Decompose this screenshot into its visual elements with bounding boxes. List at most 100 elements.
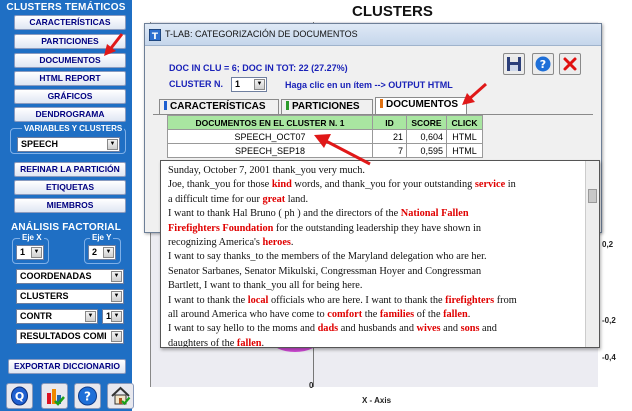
keyword-highlight: Firefighters Foundation [168,222,274,234]
scrollbar-thumb[interactable] [588,189,597,203]
clusters-heading: CLUSTERS [352,3,433,20]
variables-combo[interactable]: SPEECH ▼ [17,137,120,152]
text-segment: of the [414,309,444,321]
text-segment: recognizing America's [168,237,263,249]
eje-x-combo[interactable]: 1 ▼ [16,245,44,260]
chevron-down-icon[interactable]: ▼ [111,331,122,342]
chevron-down-icon[interactable]: ▼ [107,139,118,150]
text-line: Sunday, October 7, 2001 thank_you very m… [168,164,586,178]
export-dictionary-button[interactable]: EXPORTAR DICCIONARIO [8,359,126,374]
html-hint: Haga clic en un ítem --> OUTPUT HTML [285,80,453,90]
help-icon[interactable]: ? [532,53,554,75]
eje-x-label: Eje X [20,233,44,242]
text-segment: I want to say thanks_to the members of t… [168,251,487,263]
home-icon[interactable] [107,383,134,409]
text-line: I want to say thanks_to the members of t… [168,250,586,264]
vertical-scrollbar[interactable] [585,161,599,347]
chevron-down-icon[interactable]: ▼ [111,271,122,282]
chevron-down-icon[interactable]: ▼ [111,311,122,322]
text-line: I want to thank Hal Bruno ( ph ) and the… [168,207,586,221]
characteristics-button[interactable]: CARACTERÍSTICAS [14,15,126,30]
column-header[interactable]: CLICK [446,115,483,130]
chevron-down-icon[interactable]: ▼ [103,247,114,258]
contr-n-combo[interactable]: 1 ▼ [102,309,124,324]
close-icon[interactable] [559,53,581,75]
text-segment: land. [285,193,309,205]
tab-label: DOCUMENTOS [386,99,459,110]
y-tick-label: -0,4 [602,353,616,362]
annotation-arrow-icon [314,134,371,166]
chevron-down-icon[interactable]: ▼ [85,311,96,322]
svg-text:?: ? [540,58,546,71]
keyword-highlight: sons [460,323,480,335]
chevron-down-icon[interactable]: ▼ [31,247,42,258]
id-cell: 21 [372,129,407,144]
eje-y-label: Eje Y [90,233,114,242]
dendrogram-button[interactable]: DENDROGRAMA [14,107,126,122]
text-line: all around America who have come to comf… [168,308,586,322]
clusters-value: CLUSTERS [20,291,69,301]
refine-partition-button[interactable]: REFINAR LA PARTICIÓN [14,162,126,177]
coordinates-combo[interactable]: COORDENADAS ▼ [16,269,124,284]
members-button[interactable]: MIEMBROS [14,198,126,213]
html-link-cell[interactable]: HTML [446,129,483,144]
column-header[interactable]: DOCUMENTOS EN EL CLUSTER N. 1 [167,115,373,130]
results-combo[interactable]: RESULTADOS COMI ▼ [16,329,124,344]
column-header[interactable]: ID [372,115,407,130]
tab-marker-icon [380,99,383,108]
tab-label: CARACTERÍSTICAS [170,101,266,112]
keyword-highlight: fallen [236,337,262,348]
labels-button[interactable]: ETIQUETAS [14,180,126,195]
left-panel: CLUSTERS TEMÁTICOS CARACTERÍSTICAS PARTI… [0,0,134,411]
chevron-down-icon[interactable]: ▼ [111,291,122,302]
text-segment: in [505,179,516,191]
text-line: Bartlett, I want to thank_you all for be… [168,279,586,293]
help-icon[interactable]: ? [74,383,101,409]
keyword-highlight: fallen [443,309,468,321]
tab-label: PARTICIONES [292,101,360,112]
text-segment: and husbands and [338,323,417,335]
dialog-title: T-LAB: CATEGORIZACIÓN DE DOCUMENTOS [165,29,358,39]
svg-text:Q: Q [15,390,24,403]
graphics-button[interactable]: GRÁFICOS [14,89,126,104]
text-segment: . [261,337,265,348]
eje-y-value: 2 [92,247,98,257]
cluster-number-combo[interactable]: 1 ▼ [231,77,267,92]
chart-check-icon[interactable] [41,383,68,409]
text-line: I want to thank the local officials who … [168,294,586,308]
chevron-down-icon[interactable]: ▼ [254,79,265,90]
eje-y-combo[interactable]: 2 ▼ [88,245,116,260]
clusters-title: CLUSTERS TEMÁTICOS [6,2,126,13]
text-line: I want to say hello to the moms and dads… [168,322,586,336]
variables-label: VARIABLES Y CLUSTERS [22,124,125,133]
coordinates-value: COORDENADAS [20,271,92,281]
text-line: Joe, thank_you for those kind words, and… [168,178,586,192]
tab-partitions[interactable]: PARTICIONES [281,99,373,115]
keyword-highlight: comfort [327,309,363,321]
document-text-popup[interactable]: Sunday, October 7, 2001 thank_you very m… [160,160,600,348]
keyword-highlight: families [379,309,415,321]
text-segment: daughters of the [168,337,237,348]
text-segment: all around America who have come to [168,309,328,321]
x-tick-label: 0 [309,381,314,390]
svg-text:T: T [152,32,159,41]
tlab-icon[interactable]: Q [6,383,33,409]
x-axis-label: X - Axis [362,396,392,405]
column-header[interactable]: SCORE [406,115,447,130]
contr-combo[interactable]: CONTR ▼ [16,309,98,324]
tab-characteristics[interactable]: CARACTERÍSTICAS [159,99,279,115]
contr-value: CONTR [20,311,52,321]
keyword-highlight: heroes [262,237,291,249]
y-tick-label: 0,2 [602,240,614,249]
score-cell: 0,604 [406,129,447,144]
annotation-arrow-icon [104,33,124,56]
text-segment: from [494,294,517,306]
text-segment: and [440,323,461,335]
html-report-button[interactable]: HTML REPORT [14,71,126,86]
clusters-combo[interactable]: CLUSTERS ▼ [16,289,124,304]
save-icon[interactable] [503,53,525,75]
tab-documents[interactable]: DOCUMENTOS [375,97,467,115]
text-segment: and [479,323,497,335]
html-link-cell[interactable]: HTML [446,143,483,158]
dialog-titlebar[interactable]: T T-LAB: CATEGORIZACIÓN DE DOCUMENTOS [145,24,601,46]
